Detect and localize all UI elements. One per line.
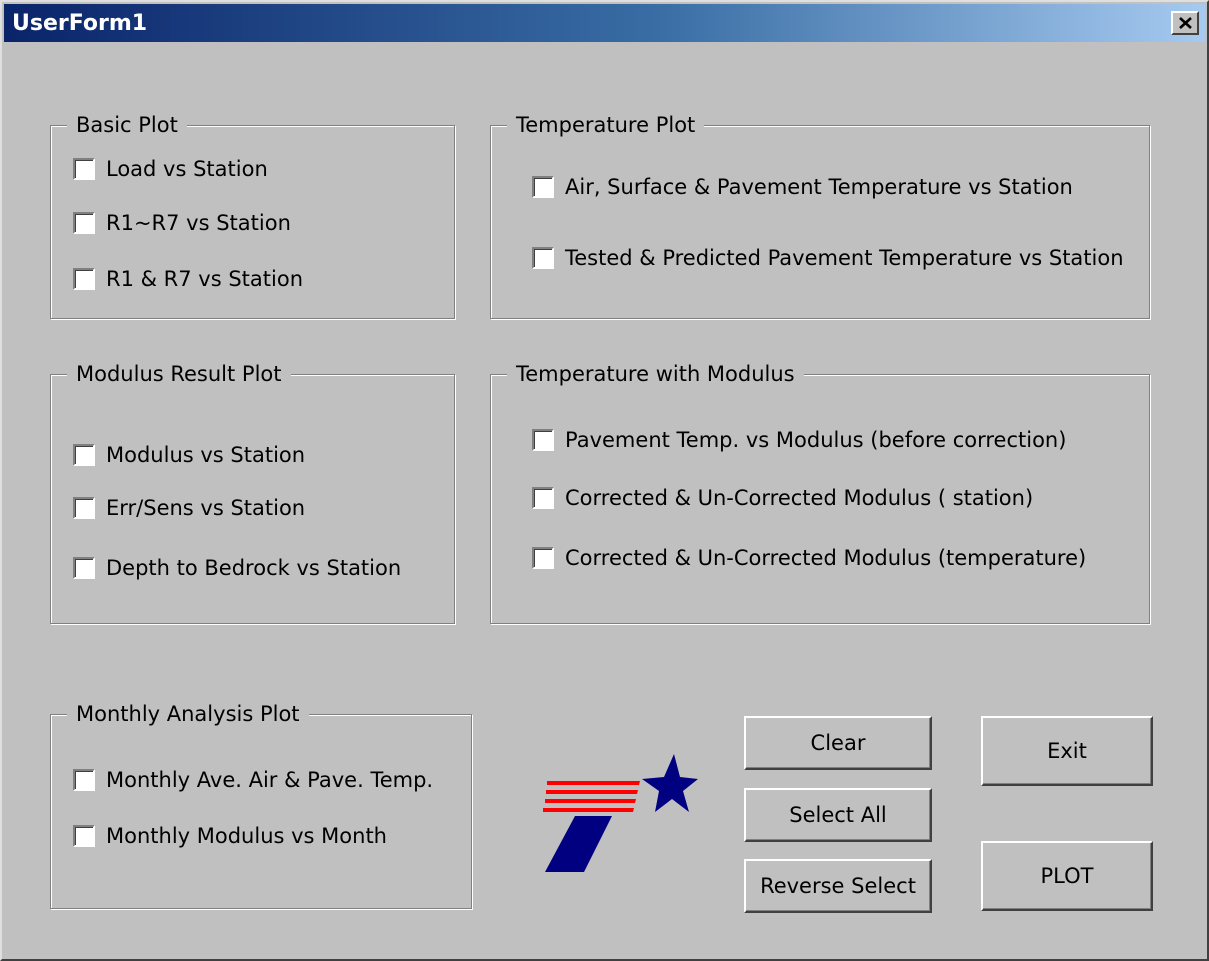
checkbox-box[interactable] — [73, 212, 95, 234]
select-all-button[interactable]: Select All — [744, 788, 932, 842]
checkbox-box[interactable] — [532, 487, 554, 509]
temperature-plot-legend: Temperature Plot — [507, 111, 705, 139]
window-title: UserForm1 — [12, 11, 148, 36]
close-button[interactable] — [1171, 11, 1199, 35]
checkbox-box[interactable] — [73, 825, 95, 847]
checkbox-err-sens-vs-station[interactable]: Err/Sens vs Station — [73, 493, 305, 523]
checkbox-corrected-modulus-station[interactable]: Corrected & Un-Corrected Modulus ( stati… — [532, 483, 1033, 513]
checkbox-box[interactable] — [532, 247, 554, 269]
checkbox-label: Pavement Temp. vs Modulus (before correc… — [565, 428, 1067, 452]
checkbox-box[interactable] — [73, 268, 95, 290]
checkbox-box[interactable] — [73, 769, 95, 791]
checkbox-pavement-temp-vs-modulus[interactable]: Pavement Temp. vs Modulus (before correc… — [532, 425, 1066, 455]
checkbox-corrected-modulus-temperature[interactable]: Corrected & Un-Corrected Modulus (temper… — [532, 543, 1086, 573]
checkbox-box[interactable] — [73, 557, 95, 579]
checkbox-label: Err/Sens vs Station — [106, 496, 306, 520]
modulus-result-plot-group: Modulus Result Plot Modulus vs Station E… — [50, 360, 455, 624]
basic-plot-group: Basic Plot Load vs Station R1~R7 vs Stat… — [50, 111, 455, 319]
checkbox-label: R1~R7 vs Station — [106, 211, 291, 235]
monthly-analysis-plot-group: Monthly Analysis Plot Monthly Ave. Air &… — [50, 700, 472, 909]
checkbox-label: Tested & Predicted Pavement Temperature … — [565, 246, 1124, 270]
exit-button[interactable]: Exit — [981, 716, 1153, 786]
checkbox-tested-predicted-pavement-temp[interactable]: Tested & Predicted Pavement Temperature … — [532, 243, 1124, 273]
checkbox-label: Corrected & Un-Corrected Modulus ( stati… — [565, 486, 1034, 510]
temperature-with-modulus-group: Temperature with Modulus Pavement Temp. … — [490, 360, 1150, 624]
checkbox-box[interactable] — [73, 497, 95, 519]
temperature-plot-group: Temperature Plot Air, Surface & Pavement… — [490, 111, 1150, 319]
clear-button[interactable]: Clear — [744, 716, 932, 770]
temperature-with-modulus-legend: Temperature with Modulus — [507, 360, 804, 388]
monthly-analysis-plot-legend: Monthly Analysis Plot — [67, 700, 309, 728]
checkbox-label: Load vs Station — [106, 157, 268, 181]
modulus-result-plot-legend: Modulus Result Plot — [67, 360, 291, 388]
checkbox-label: Monthly Modulus vs Month — [106, 824, 387, 848]
checkbox-label: Monthly Ave. Air & Pave. Temp. — [106, 768, 434, 792]
userform-window: UserForm1 Basic Plot Load vs Station R1~… — [0, 0, 1209, 961]
checkbox-modulus-vs-station[interactable]: Modulus vs Station — [73, 440, 305, 470]
checkbox-label: Corrected & Un-Corrected Modulus (temper… — [565, 546, 1087, 570]
checkbox-label: Modulus vs Station — [106, 443, 306, 467]
checkbox-r1-and-r7-vs-station[interactable]: R1 & R7 vs Station — [73, 264, 303, 294]
reverse-select-button[interactable]: Reverse Select — [744, 859, 932, 913]
checkbox-r1-r7-vs-station[interactable]: R1~R7 vs Station — [73, 208, 291, 238]
checkbox-label: Air, Surface & Pavement Temperature vs S… — [565, 175, 1073, 199]
checkbox-label: Depth to Bedrock vs Station — [106, 556, 402, 580]
plot-button[interactable]: PLOT — [981, 841, 1153, 911]
checkbox-box[interactable] — [532, 429, 554, 451]
basic-plot-legend: Basic Plot — [67, 111, 187, 139]
txdot-logo-icon — [543, 754, 698, 872]
checkbox-label: R1 & R7 vs Station — [106, 267, 304, 291]
checkbox-box[interactable] — [73, 158, 95, 180]
checkbox-box[interactable] — [532, 176, 554, 198]
checkbox-monthly-modulus-vs-month[interactable]: Monthly Modulus vs Month — [73, 821, 387, 851]
close-icon — [1179, 17, 1192, 29]
checkbox-box[interactable] — [532, 547, 554, 569]
checkbox-air-surface-pavement-temp[interactable]: Air, Surface & Pavement Temperature vs S… — [532, 172, 1073, 202]
checkbox-box[interactable] — [73, 444, 95, 466]
checkbox-depth-to-bedrock-vs-station[interactable]: Depth to Bedrock vs Station — [73, 553, 401, 583]
checkbox-load-vs-station[interactable]: Load vs Station — [73, 154, 268, 184]
title-bar[interactable]: UserForm1 — [4, 4, 1205, 42]
checkbox-monthly-ave-air-pave-temp[interactable]: Monthly Ave. Air & Pave. Temp. — [73, 765, 433, 795]
